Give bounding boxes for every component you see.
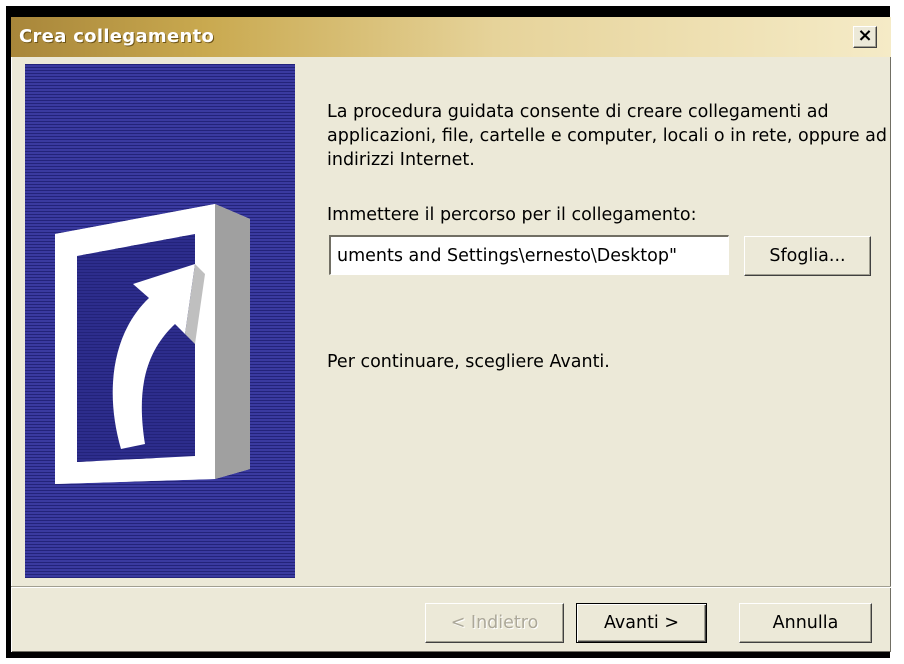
next-button[interactable]: Avanti > [576, 603, 707, 643]
title-bar[interactable]: Crea collegamento × [11, 17, 891, 57]
footer-divider [11, 586, 891, 588]
cancel-button[interactable]: Annulla [739, 603, 872, 643]
browse-button[interactable]: Sfoglia... [744, 236, 871, 276]
continue-hint: Per continuare, scegliere Avanti. [327, 352, 610, 372]
close-icon[interactable]: × [853, 26, 877, 48]
dialog-window: Crea collegamento × La procedura guidata… [11, 17, 891, 652]
path-input[interactable] [329, 235, 729, 275]
dialog-title: Crea collegamento [19, 26, 215, 47]
shortcut-arrow-icon [55, 204, 250, 484]
wizard-intro-text: La procedura guidata consente di creare … [327, 102, 887, 170]
back-button[interactable]: < Indietro [425, 603, 564, 643]
wizard-side-panel [25, 64, 295, 578]
path-field-label: Immettere il percorso per il collegament… [327, 205, 697, 225]
